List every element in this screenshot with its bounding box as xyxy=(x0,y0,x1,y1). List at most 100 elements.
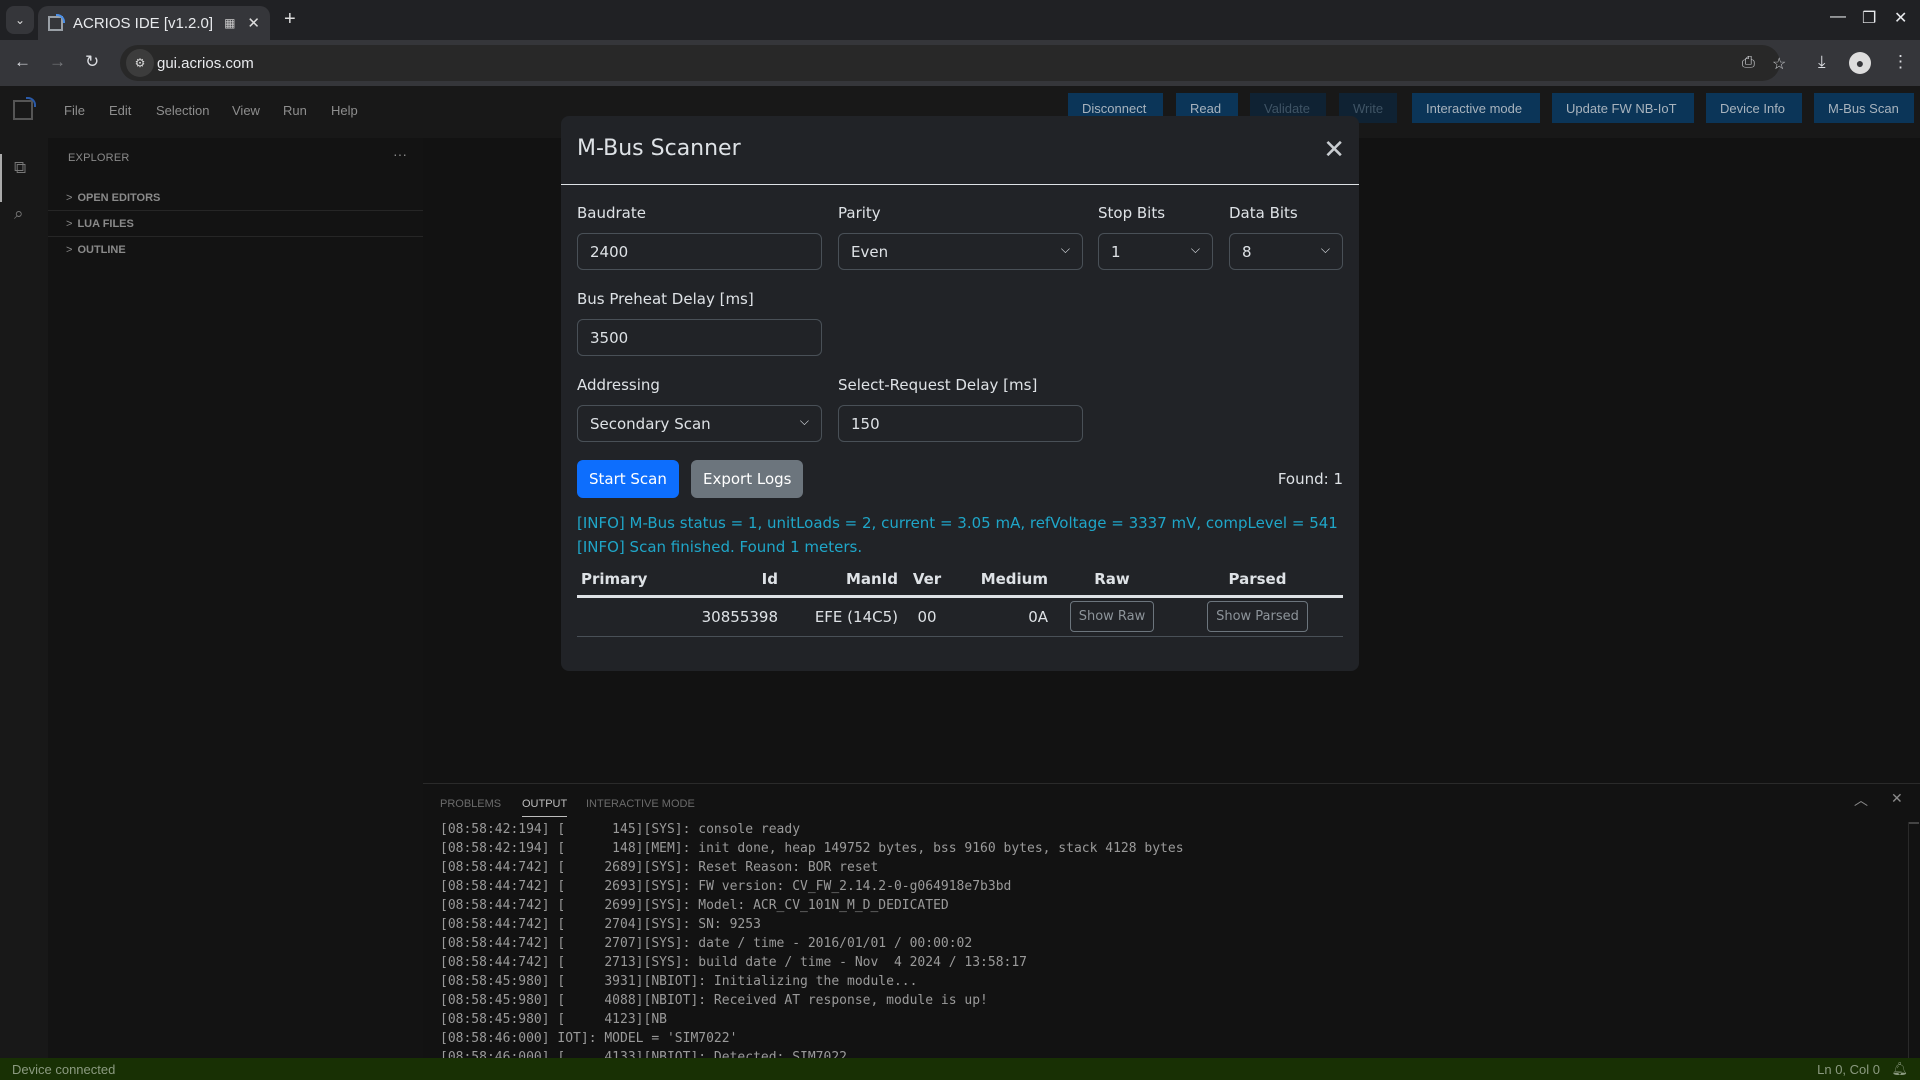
console-scrollbar[interactable] xyxy=(1908,822,1919,1067)
close-tab-icon[interactable]: ✕ xyxy=(247,14,260,32)
addressing-label: Addressing xyxy=(577,376,660,394)
menu-selection[interactable]: Selection xyxy=(156,103,209,118)
section-open-editors[interactable]: > OPEN EDITORS xyxy=(48,185,423,211)
browser-tab[interactable]: ACRIOS IDE [v1.2.0] ▦ ✕ xyxy=(38,6,270,40)
mbus-scan-button[interactable]: M-Bus Scan xyxy=(1814,93,1914,123)
scrollbar-thumb[interactable] xyxy=(1909,822,1919,824)
device-info-button[interactable]: Device Info xyxy=(1706,93,1802,123)
menu-run[interactable]: Run xyxy=(283,103,307,118)
chevron-down-icon: ⌵ xyxy=(1320,242,1330,256)
data-bits-select[interactable]: 8 ⌵ xyxy=(1229,233,1343,270)
url-text[interactable]: gui.acrios.com xyxy=(157,55,254,72)
explorer-sidebar: EXPLORER ··· > OPEN EDITORS > LUA FILES … xyxy=(48,138,423,1066)
install-app-icon[interactable]: ⎙ xyxy=(1742,54,1755,72)
stop-bits-select[interactable]: 1 ⌵ xyxy=(1098,233,1213,270)
console-line: [08:58:46:000] IOT]: MODEL = 'SIM7022' xyxy=(440,1031,738,1046)
chevron-down-icon: ⌵ xyxy=(1190,242,1200,256)
memory-icon: ▦ xyxy=(224,16,236,30)
col-parsed: Parsed xyxy=(1172,564,1343,598)
browser-menu-icon[interactable]: ⋮ xyxy=(1892,52,1909,72)
addressing-value: Secondary Scan xyxy=(590,414,711,433)
restore-icon[interactable]: ❐ xyxy=(1862,8,1876,28)
dialog-header: M-Bus Scanner ✕ xyxy=(561,116,1359,185)
menu-help[interactable]: Help xyxy=(331,103,358,118)
search-icon[interactable]: ⌕ xyxy=(14,204,24,224)
active-indicator xyxy=(0,154,2,202)
info-log-line: [INFO] M-Bus status = 1, unitLoads = 2, … xyxy=(577,514,1338,532)
section-lua-files[interactable]: > LUA FILES xyxy=(48,211,423,237)
console-line: [08:58:42:194] [ 148][MEM]: init done, h… xyxy=(440,841,1184,856)
select-delay-input[interactable]: 150 xyxy=(838,405,1083,442)
console-line: [08:58:45:980] [ 4123][NB xyxy=(440,1012,667,1027)
minimize-icon[interactable]: — xyxy=(1830,8,1846,26)
col-primary: Primary xyxy=(577,564,697,598)
back-button[interactable]: ← xyxy=(14,52,31,72)
col-id: Id xyxy=(697,564,782,598)
table-row: 30855398 EFE (14C5) 00 0A Show Raw Show … xyxy=(577,596,1343,637)
update-fw-button[interactable]: Update FW NB-IoT xyxy=(1552,93,1694,123)
parity-value: Even xyxy=(851,242,889,261)
addressing-select[interactable]: Secondary Scan ⌵ xyxy=(577,405,822,442)
section-label: OUTLINE xyxy=(77,244,126,256)
dialog-title: M-Bus Scanner xyxy=(577,136,741,161)
tab-interactive-mode[interactable]: INTERACTIVE MODE xyxy=(586,798,695,816)
console-line: [08:58:44:742] [ 2689][SYS]: Reset Reaso… xyxy=(440,860,879,875)
forward-button[interactable]: → xyxy=(49,52,66,72)
menu-view[interactable]: View xyxy=(232,103,260,118)
close-icon: ✕ xyxy=(1323,134,1345,164)
console-line: [08:58:44:742] [ 2707][SYS]: date / time… xyxy=(440,936,973,951)
export-logs-button[interactable]: Export Logs xyxy=(691,460,804,498)
chevron-right-icon: > xyxy=(66,217,73,230)
tab-title: ACRIOS IDE [v1.2.0] xyxy=(73,14,214,32)
console-line: [08:58:44:742] [ 2699][SYS]: Model: ACR_… xyxy=(440,898,949,913)
close-window-icon[interactable]: ✕ xyxy=(1894,8,1907,28)
tab-output[interactable]: OUTPUT xyxy=(522,798,568,817)
interactive-mode-button[interactable]: Interactive mode xyxy=(1412,93,1540,123)
output-console[interactable]: [08:58:42:194] [ 145][SYS]: console read… xyxy=(440,820,1880,1065)
close-dialog-button[interactable]: ✕ xyxy=(1323,134,1345,165)
cell-medium: 0A xyxy=(952,596,1052,637)
table-header-row: Primary Id ManId Ver Medium Raw Parsed xyxy=(577,564,1343,598)
maximize-panel-icon[interactable]: ︿ xyxy=(1854,790,1868,810)
new-tab-button[interactable]: + xyxy=(284,8,296,31)
address-bar[interactable]: ⚙ gui.acrios.com ⎙ ☆ xyxy=(120,45,1786,81)
show-raw-button[interactable]: Show Raw xyxy=(1069,601,1155,632)
explorer-files-icon[interactable]: ⧉ xyxy=(14,158,26,178)
close-panel-icon[interactable]: ✕ xyxy=(1891,790,1903,807)
menu-edit[interactable]: Edit xyxy=(109,103,131,118)
start-scan-button[interactable]: Start Scan xyxy=(577,460,679,498)
download-icon[interactable]: ⤓ xyxy=(1818,52,1826,72)
cell-id: 30855398 xyxy=(697,596,782,637)
tab-search-button[interactable]: ⌄ xyxy=(6,6,34,34)
preheat-delay-input[interactable]: 3500 xyxy=(577,319,822,356)
browser-toolbar: ← → ↻ ⚙ gui.acrios.com ⎙ ☆ ⤓ ● ⋮ xyxy=(0,40,1920,86)
select-delay-label: Select-Request Delay [ms] xyxy=(838,376,1038,394)
show-parsed-button[interactable]: Show Parsed xyxy=(1207,601,1308,632)
found-count: Found: 1 xyxy=(1277,470,1343,488)
more-actions-icon[interactable]: ··· xyxy=(393,146,407,162)
mbus-scanner-dialog: M-Bus Scanner ✕ Baudrate 2400 Parity Eve… xyxy=(561,116,1359,671)
section-label: OPEN EDITORS xyxy=(77,191,161,204)
cursor-position[interactable]: Ln 0, Col 0 xyxy=(1817,1062,1880,1077)
parity-select[interactable]: Even ⌵ xyxy=(838,233,1083,270)
chevron-down-icon: ⌵ xyxy=(799,414,809,428)
menu-file[interactable]: File xyxy=(64,103,85,118)
chevron-down-icon: ⌄ xyxy=(14,13,26,27)
section-outline[interactable]: > OUTLINE xyxy=(48,237,423,263)
bell-icon[interactable]: 🔔︎ xyxy=(1891,1061,1908,1077)
profile-icon[interactable]: ● xyxy=(1849,52,1871,74)
site-info-icon[interactable]: ⚙ xyxy=(126,49,154,77)
tab-problems[interactable]: PROBLEMS xyxy=(440,798,501,816)
cell-ver: 00 xyxy=(902,596,952,637)
baudrate-input[interactable]: 2400 xyxy=(577,233,822,270)
explorer-title: EXPLORER xyxy=(68,152,130,164)
cell-manid: EFE (14C5) xyxy=(782,596,902,637)
activity-bar: ⧉ ⌕ xyxy=(0,138,48,1066)
cell-primary xyxy=(577,596,697,637)
meters-table: Primary Id ManId Ver Medium Raw Parsed 3… xyxy=(577,564,1343,637)
reload-button[interactable]: ↻ xyxy=(85,52,99,72)
data-bits-value: 8 xyxy=(1242,242,1252,261)
bookmark-star-icon[interactable]: ☆ xyxy=(1772,54,1786,74)
console-line: [08:58:42:194] [ 145][SYS]: console read… xyxy=(440,822,801,837)
bottom-panel: PROBLEMS OUTPUT INTERACTIVE MODE ︿ ✕ [08… xyxy=(423,783,1920,1067)
